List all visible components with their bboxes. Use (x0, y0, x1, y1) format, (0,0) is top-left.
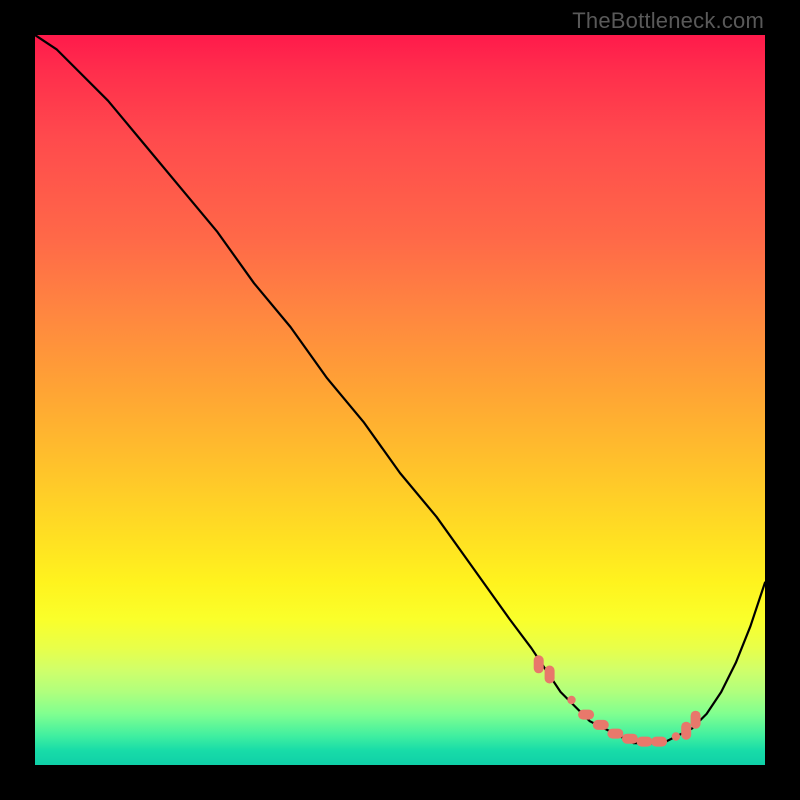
marker (637, 737, 653, 747)
marker (567, 696, 575, 704)
plot-area (35, 35, 765, 765)
marker (607, 729, 623, 739)
marker (578, 710, 594, 720)
marker (622, 734, 638, 744)
watermark-text: TheBottleneck.com (572, 8, 764, 34)
marker (593, 720, 609, 730)
chart-svg (35, 35, 765, 765)
marker (534, 655, 544, 673)
marker (691, 711, 701, 729)
marker (545, 666, 555, 684)
marker (651, 737, 667, 747)
chart-container: TheBottleneck.com (0, 0, 800, 800)
bottleneck-curve (35, 35, 765, 743)
optimal-range-markers (534, 655, 701, 746)
marker (672, 732, 680, 740)
marker (681, 722, 691, 740)
